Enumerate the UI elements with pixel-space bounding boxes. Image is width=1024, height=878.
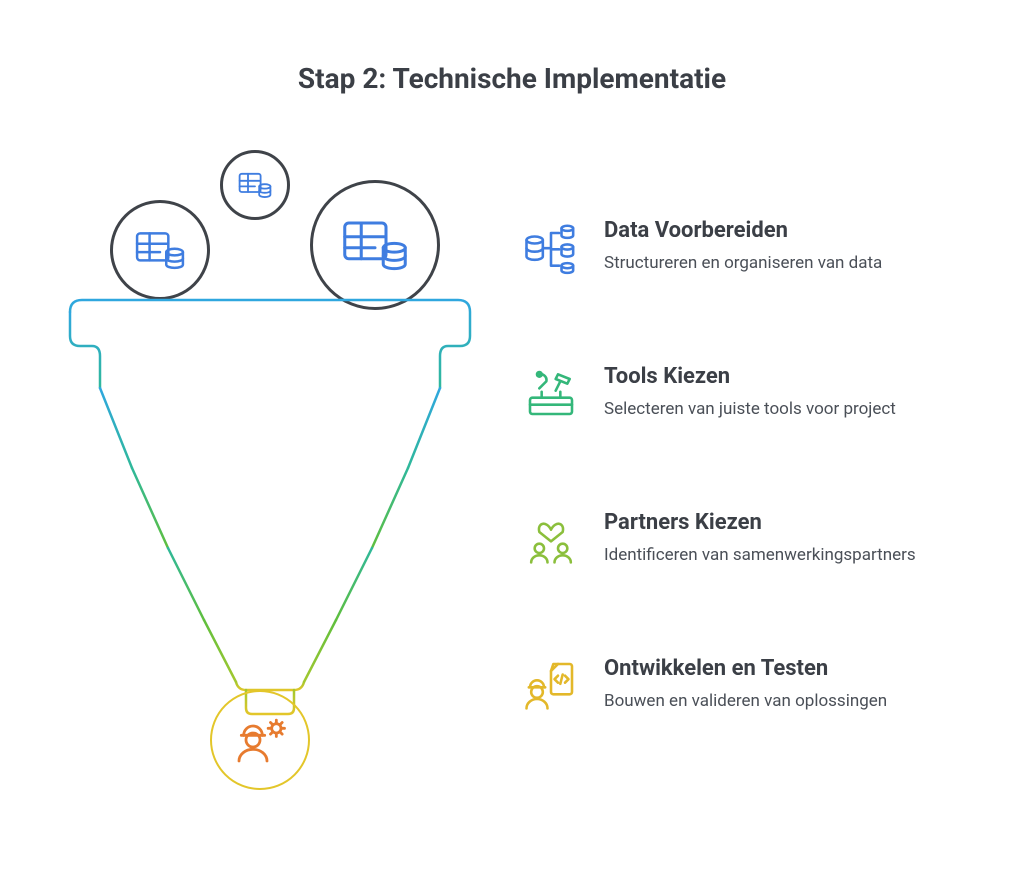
step-title: Ontwikkelen en Testen [604,656,887,681]
step-tools: Tools Kiezen Selecteren van juiste tools… [522,364,992,422]
diagram-canvas: Stap 2: Technische Implementatie [0,0,1024,878]
table-database-icon [135,229,185,271]
step-desc: Structureren en organiseren van data [604,253,882,273]
input-circle-small [220,150,290,220]
step-title: Tools Kiezen [604,364,896,389]
toolbox-icon [522,364,580,422]
step-data-prepare: Data Voorbereiden Structureren en organi… [522,218,992,276]
funnel-input-circles [60,150,480,310]
engineer-gear-icon [232,712,288,768]
table-database-icon [238,171,272,199]
partners-heart-icon [522,510,580,568]
engineer-code-icon [522,656,580,714]
input-circle-medium [110,200,210,300]
step-develop-test: Ontwikkelen en Testen Bouwen en validere… [522,656,992,714]
steps-list: Data Voorbereiden Structureren en organi… [522,218,992,802]
step-title: Data Voorbereiden [604,218,882,243]
output-circle [210,690,310,790]
step-partners: Partners Kiezen Identificeren van samenw… [522,510,992,568]
step-title: Partners Kiezen [604,510,916,535]
table-database-icon [342,217,408,273]
step-desc: Identificeren van samenwerkingspartners [604,545,916,565]
database-hierarchy-icon [522,218,580,276]
diagram-title: Stap 2: Technische Implementatie [0,62,1024,95]
step-desc: Selecteren van juiste tools voor project [604,399,896,419]
step-desc: Bouwen en valideren van oplossingen [604,691,887,711]
funnel-output [60,695,480,815]
